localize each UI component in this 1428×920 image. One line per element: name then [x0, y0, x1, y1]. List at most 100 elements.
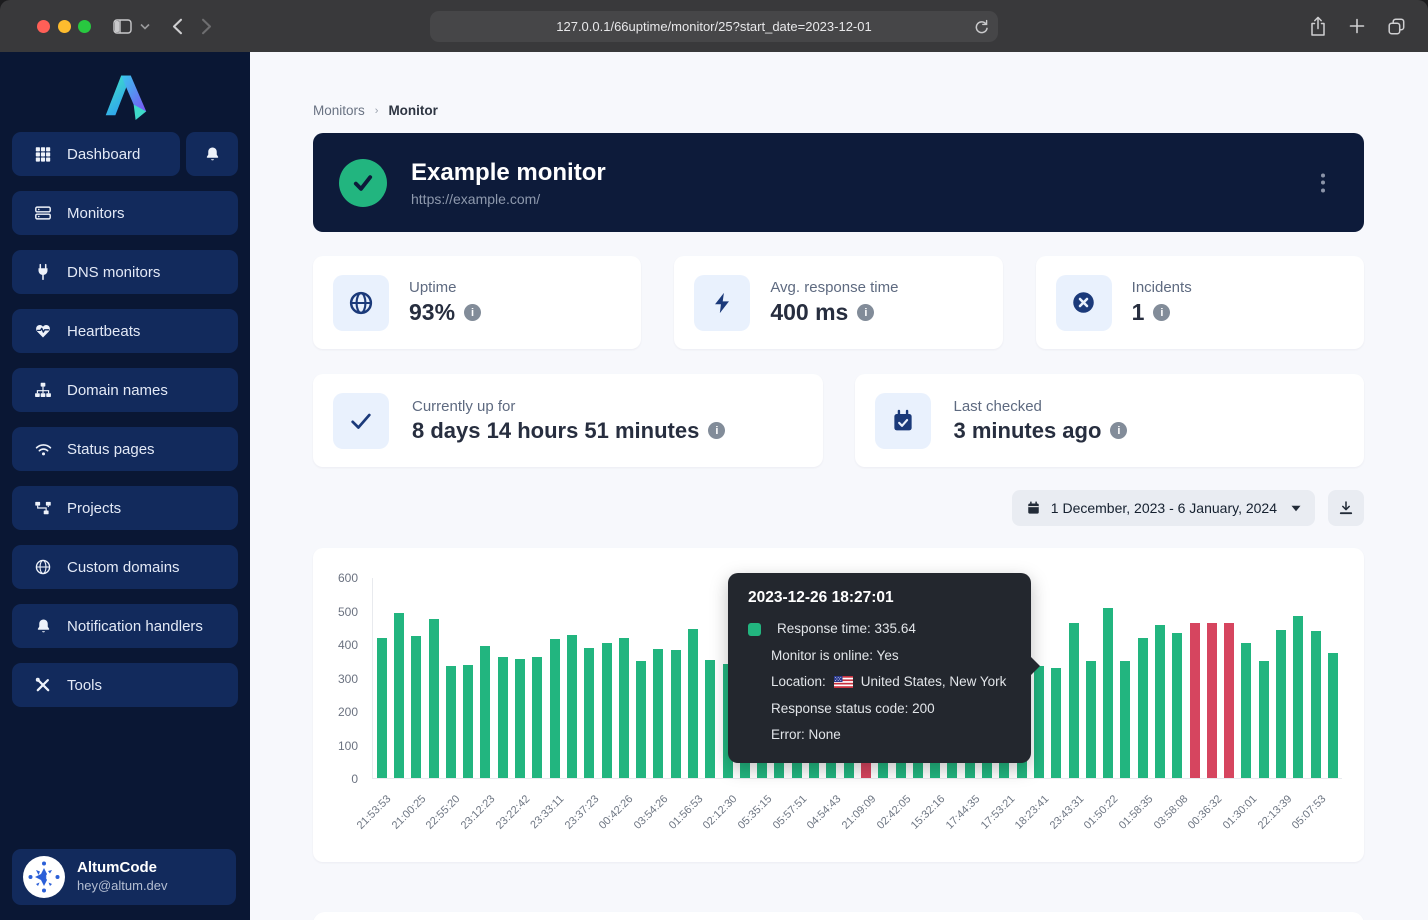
chart-bar[interactable] — [1190, 623, 1200, 778]
new-tab-icon[interactable] — [1349, 18, 1365, 34]
close-window-button[interactable] — [37, 20, 50, 33]
sidebar-item-notification-handlers[interactable]: Notification handlers — [12, 604, 238, 648]
sidebar-item-dns-monitors[interactable]: DNS monitors — [12, 250, 238, 294]
chart-bar[interactable] — [1207, 623, 1217, 778]
chart-bar[interactable] — [567, 635, 577, 778]
chart-bar[interactable] — [394, 613, 404, 778]
download-chart-button[interactable] — [1328, 490, 1364, 526]
info-icon[interactable]: i — [857, 304, 874, 321]
chart-bar[interactable] — [411, 636, 421, 778]
card-label: Avg. response time — [770, 279, 898, 296]
chart-bar[interactable] — [1103, 608, 1113, 778]
chart-bar[interactable] — [429, 619, 439, 778]
monitor-url: https://example.com/ — [411, 191, 606, 207]
plug-icon — [33, 263, 53, 281]
chart-bar[interactable] — [1051, 668, 1061, 778]
app-logo[interactable] — [12, 52, 238, 132]
share-icon[interactable] — [1309, 16, 1327, 37]
y-tick-label: 600 — [338, 571, 358, 585]
sidebar-item-status-pages[interactable]: Status pages — [12, 427, 238, 471]
chart-bar[interactable] — [1241, 643, 1251, 778]
chart-bar[interactable] — [619, 638, 629, 778]
chart-bar[interactable] — [463, 665, 473, 778]
sidebar-item-custom-domains[interactable]: Custom domains — [12, 545, 238, 589]
avg-response-time-card: Avg. response time 400 ms i — [674, 256, 1002, 349]
caret-down-icon — [1291, 505, 1301, 512]
card-value: 1 — [1132, 299, 1145, 326]
chevron-down-icon[interactable] — [140, 23, 150, 30]
sidebar-item-label: Tools — [67, 677, 102, 694]
y-tick-label: 500 — [338, 605, 358, 619]
sidebar-user-card[interactable]: AltumCode hey@altum.dev — [12, 849, 236, 905]
info-icon[interactable]: i — [708, 422, 725, 439]
status-up-icon — [339, 159, 387, 207]
monitor-menu-button[interactable] — [1315, 167, 1331, 198]
chart-bar[interactable] — [705, 660, 715, 778]
chart-bar[interactable] — [377, 638, 387, 778]
chart-bar[interactable] — [1034, 666, 1044, 778]
incidents-card: Incidents1i — [1036, 256, 1364, 349]
chart-bar[interactable] — [1311, 631, 1321, 778]
chart-bar[interactable] — [636, 661, 646, 778]
sidebar-item-dashboard[interactable]: Dashboard — [12, 132, 180, 176]
chart-bar[interactable] — [602, 643, 612, 778]
chart-bar[interactable] — [688, 629, 698, 778]
chart-bar[interactable] — [515, 659, 525, 778]
reload-icon[interactable] — [974, 19, 988, 34]
x-tick-label: 23:43:31 — [1048, 793, 1087, 832]
minimize-window-button[interactable] — [58, 20, 71, 33]
chart-bar[interactable] — [1069, 623, 1079, 778]
chart-bar[interactable] — [1276, 630, 1286, 778]
chart-bar[interactable] — [1138, 638, 1148, 778]
chart-bar[interactable] — [584, 648, 594, 778]
date-row: 1 December, 2023 - 6 January, 2024 — [313, 490, 1364, 526]
x-tick-label: 22:55:20 — [424, 793, 463, 832]
info-icon[interactable]: i — [1110, 422, 1127, 439]
date-range-button[interactable]: 1 December, 2023 - 6 January, 2024 — [1012, 490, 1315, 526]
x-tick-label: 05:07:53 — [1290, 793, 1329, 832]
back-button[interactable] — [172, 18, 183, 35]
sidebar-item-domain-names[interactable]: Domain names — [12, 368, 238, 412]
calendar-icon — [1026, 500, 1041, 516]
sidebar-item-tools[interactable]: Tools — [12, 663, 238, 707]
notifications-button[interactable] — [186, 132, 238, 176]
x-tick-label: 23:33:11 — [528, 793, 566, 831]
chart-bar[interactable] — [1259, 661, 1269, 778]
chart-bar[interactable] — [1293, 616, 1303, 778]
chart-bar[interactable] — [550, 639, 560, 778]
sidebar-item-monitors[interactable]: Monitors — [12, 191, 238, 235]
chart-bar[interactable] — [1155, 625, 1165, 778]
chart-bar[interactable] — [1086, 661, 1096, 778]
chart-bar[interactable] — [498, 657, 508, 778]
y-tick-label: 200 — [338, 705, 358, 719]
chart-tooltip: 2023-12-26 18:27:01 Response time: 335.6… — [728, 573, 1031, 763]
chart-bar[interactable] — [1172, 633, 1182, 778]
y-tick-label: 400 — [338, 638, 358, 652]
chart-bar[interactable] — [480, 646, 490, 778]
chart-bar[interactable] — [532, 657, 542, 778]
browser-chrome: 127.0.0.1/66uptime/monitor/25?start_date… — [0, 0, 1428, 52]
chart-bar[interactable] — [653, 649, 663, 778]
sidebar-item-projects[interactable]: Projects — [12, 486, 238, 530]
chart-bar[interactable] — [671, 650, 681, 778]
url-bar[interactable]: 127.0.0.1/66uptime/monitor/25?start_date… — [430, 11, 998, 42]
breadcrumb-monitors-link[interactable]: Monitors — [313, 103, 365, 118]
tooltip-error: Error: None — [748, 722, 1011, 749]
sidebar-toggle-icon[interactable] — [113, 19, 132, 34]
sidebar-item-label: Status pages — [67, 441, 155, 458]
chart-bar[interactable] — [1224, 623, 1234, 778]
sidebar-item-heartbeats[interactable]: Heartbeats — [12, 309, 238, 353]
forward-button[interactable] — [201, 18, 212, 35]
chart-bar[interactable] — [1328, 653, 1338, 778]
series-legend-swatch — [748, 623, 761, 636]
chart-y-axis: 0100200300400500600 — [322, 578, 366, 779]
card-value: 400 ms — [770, 299, 848, 326]
info-icon[interactable]: i — [464, 304, 481, 321]
chart-bar[interactable] — [446, 666, 456, 778]
info-icon[interactable]: i — [1153, 304, 1170, 321]
bell-icon — [33, 617, 53, 635]
chart-bar[interactable] — [1120, 661, 1130, 778]
zoom-window-button[interactable] — [78, 20, 91, 33]
tab-overview-icon[interactable] — [1387, 17, 1406, 36]
x-tick-label: 21:00:25 — [389, 793, 428, 832]
